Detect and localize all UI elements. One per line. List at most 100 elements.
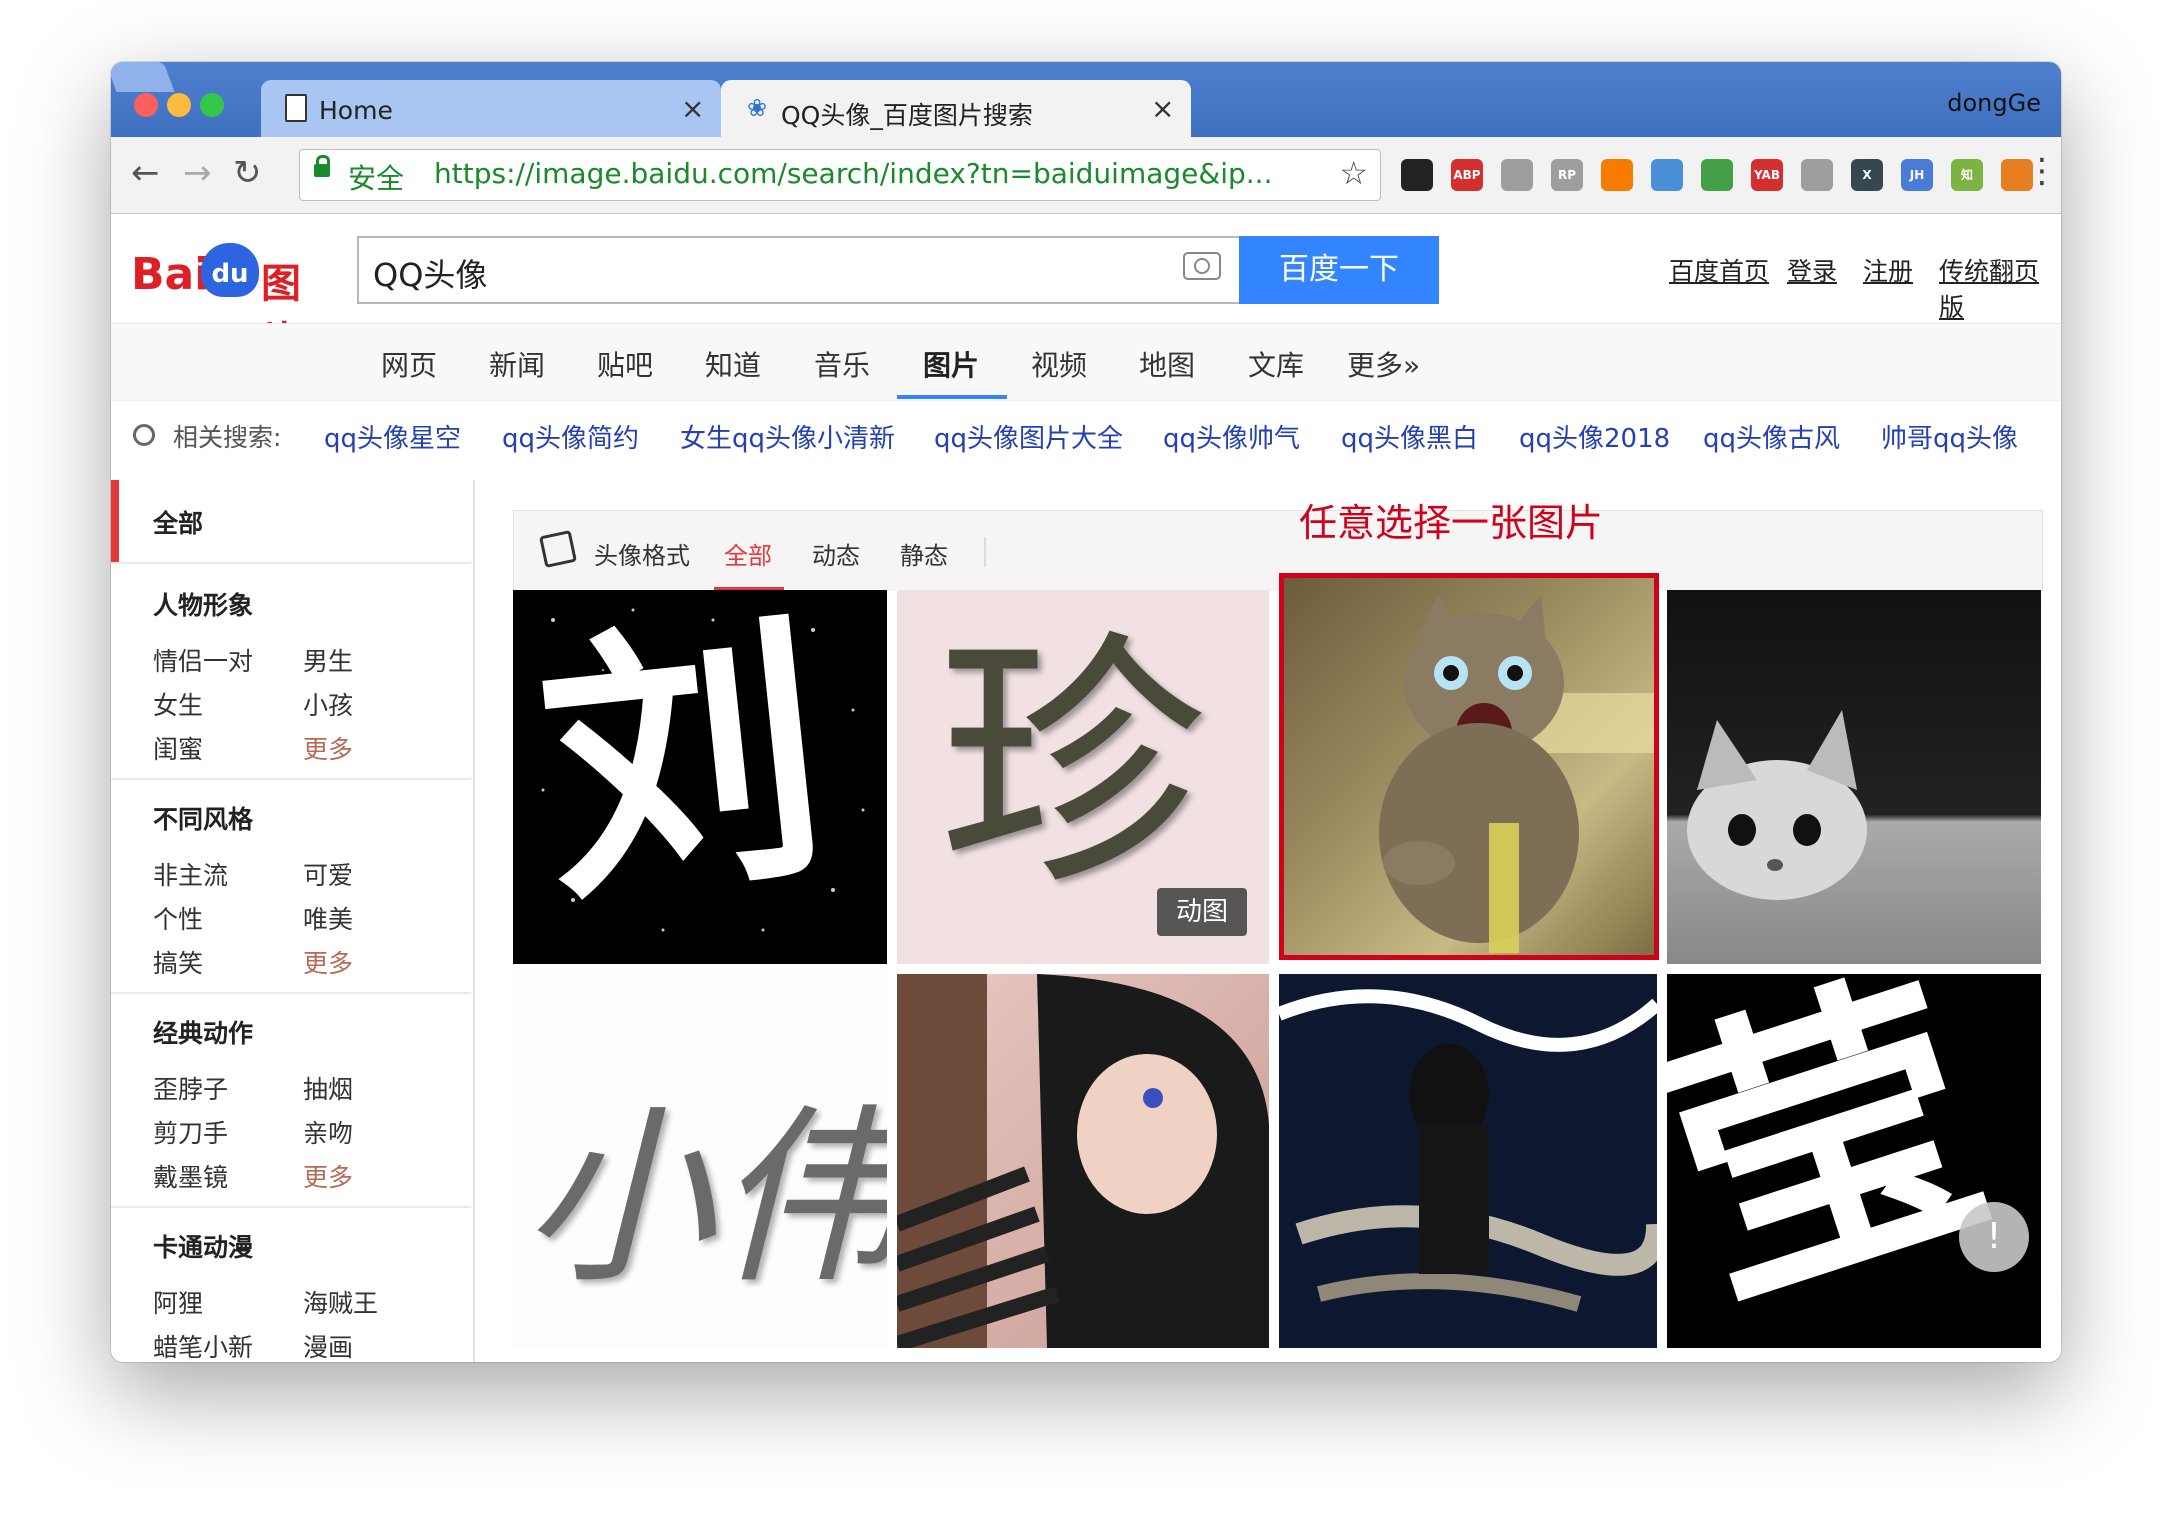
sidebar-item[interactable]: 可爱: [303, 856, 353, 892]
link-login[interactable]: 登录: [1787, 252, 1837, 288]
filter-all[interactable]: 全部: [724, 536, 772, 571]
nav-music[interactable]: 音乐: [814, 344, 870, 384]
gray-globe-extension-icon[interactable]: [1801, 159, 1833, 191]
reload-icon[interactable]: ↻: [233, 153, 262, 193]
sidebar-more-link[interactable]: 更多: [303, 944, 353, 980]
sidebar-item[interactable]: 小孩: [303, 686, 353, 722]
filter-animated[interactable]: 动态: [812, 536, 860, 571]
image-thumb-xiaowei[interactable]: 小伟: [513, 974, 887, 1348]
sidebar-item[interactable]: 男生: [303, 642, 353, 678]
related-link[interactable]: qq头像古风: [1703, 418, 1840, 455]
back-arrow-icon[interactable]: ←: [131, 153, 160, 193]
search-button[interactable]: 百度一下: [1239, 236, 1439, 304]
sidebar-more-link[interactable]: 更多: [303, 1158, 353, 1194]
thumb-glyph: 莹: [1667, 974, 2024, 1348]
image-thumb-girl[interactable]: [897, 974, 1269, 1348]
sidebar-item[interactable]: 剪刀手: [153, 1114, 228, 1150]
orange-ring-extension-icon[interactable]: [1601, 159, 1633, 191]
new-tab-button[interactable]: [111, 62, 175, 92]
sidebar-item[interactable]: 抽烟: [303, 1070, 353, 1106]
image-thumb-calligraphy-man[interactable]: [1279, 974, 1657, 1348]
sidebar-item[interactable]: 阿狸: [153, 1284, 203, 1320]
related-link[interactable]: qq头像简约: [502, 418, 639, 455]
image-thumb-zhen[interactable]: 珍 动图: [897, 590, 1269, 964]
zoom-window-button[interactable]: [200, 93, 224, 117]
link-register[interactable]: 注册: [1863, 252, 1913, 288]
nav-news[interactable]: 新闻: [489, 344, 545, 384]
browser-menu-icon[interactable]: ⋮: [2025, 151, 2059, 191]
url-text[interactable]: https://image.baidu.com/search/index?tn=…: [434, 157, 1272, 190]
close-tab-icon[interactable]: ×: [681, 92, 704, 125]
thumb-glyph: 刘: [526, 590, 840, 941]
search-input[interactable]: QQ头像: [357, 236, 1241, 304]
shield-extension-icon[interactable]: [1701, 159, 1733, 191]
related-link[interactable]: 女生qq头像小清新: [680, 418, 895, 455]
nav-map[interactable]: 地图: [1139, 344, 1195, 384]
sidebar-item[interactable]: 唯美: [303, 900, 353, 936]
sidebar-item[interactable]: 个性: [153, 900, 203, 936]
sidebar-item[interactable]: 非主流: [153, 856, 228, 892]
sidebar-item[interactable]: 歪脖子: [153, 1070, 228, 1106]
tab-home[interactable]: Home ×: [261, 80, 721, 137]
related-link[interactable]: qq头像黑白: [1341, 418, 1478, 455]
link-classic-pager[interactable]: 传统翻页版: [1939, 252, 2061, 324]
related-searches: 相关搜索: qq头像星空 qq头像简约 女生qq头像小清新 qq头像图片大全 q…: [111, 402, 2061, 462]
sidebar-item[interactable]: 蜡笔小新: [153, 1328, 253, 1362]
nav-images[interactable]: 图片: [923, 344, 979, 384]
image-thumb-kitten[interactable]: [1667, 590, 2041, 964]
nav-video[interactable]: 视频: [1031, 344, 1087, 384]
close-window-button[interactable]: [134, 93, 158, 117]
nav-zhidao[interactable]: 知道: [705, 344, 761, 384]
camera-icon[interactable]: [1183, 252, 1221, 280]
nav-tieba[interactable]: 贴吧: [597, 344, 653, 384]
filter-static[interactable]: 静态: [900, 536, 948, 571]
globe-extension-icon[interactable]: [1501, 159, 1533, 191]
translate-extension-icon[interactable]: [1651, 159, 1683, 191]
image-thumb-liu[interactable]: 刘: [513, 590, 887, 964]
sidebar-item[interactable]: 女生: [153, 686, 203, 722]
girl-photo: [897, 974, 1269, 1348]
sidebar-item[interactable]: 漫画: [303, 1328, 353, 1362]
feedback-button[interactable]: !: [1959, 1202, 2029, 1272]
profile-name[interactable]: dongGe: [1947, 89, 2041, 117]
active-indicator: [111, 480, 119, 562]
thumb-glyph: 小伟: [523, 1088, 887, 1309]
nav-wenku[interactable]: 文库: [1248, 344, 1304, 384]
minimize-window-button[interactable]: [167, 93, 191, 117]
nav-more[interactable]: 更多»: [1347, 344, 1420, 384]
rp-extension-icon[interactable]: RP: [1551, 159, 1583, 191]
sidebar-item[interactable]: 海贼王: [303, 1284, 378, 1320]
close-tab-icon[interactable]: ×: [1151, 92, 1174, 125]
adblock-extension-icon[interactable]: ABP: [1451, 159, 1483, 191]
sidebar-more-link[interactable]: 更多: [303, 730, 353, 766]
sidebar-item[interactable]: 闺蜜: [153, 730, 203, 766]
related-link[interactable]: qq头像帅气: [1163, 418, 1300, 455]
forward-arrow-icon[interactable]: →: [183, 153, 212, 193]
related-link[interactable]: qq头像2018: [1519, 418, 1670, 455]
jh-extension-icon[interactable]: JH: [1901, 159, 1933, 191]
sidebar-item[interactable]: 戴墨镜: [153, 1158, 228, 1194]
tab-baidu-images[interactable]: ❀ QQ头像_百度图片搜索 ×: [721, 80, 1191, 137]
sidebar-item-all[interactable]: 全部: [153, 504, 203, 540]
address-bar[interactable]: 安全 https://image.baidu.com/search/index?…: [299, 149, 1381, 201]
zhi-extension-icon[interactable]: 知: [1951, 159, 1983, 191]
divider: [111, 562, 471, 564]
avatar-format-filter: 头像格式 全部 动态 静态: [513, 510, 2043, 591]
related-link[interactable]: 帅哥qq头像: [1881, 418, 2018, 455]
yab-extension-icon[interactable]: YAB: [1751, 159, 1783, 191]
link-baidu-home[interactable]: 百度首页: [1669, 252, 1769, 288]
divider: [111, 778, 471, 780]
x-ext-extension-icon[interactable]: X: [1851, 159, 1883, 191]
sidebar-item[interactable]: 亲吻: [303, 1114, 353, 1150]
nav-web[interactable]: 网页: [381, 344, 437, 384]
kitten-illustration: [1687, 710, 1867, 900]
bookmark-star-icon[interactable]: ☆: [1339, 154, 1368, 192]
divider: [984, 537, 986, 567]
sidebar-item[interactable]: 搞笑: [153, 944, 203, 980]
sidebar-item[interactable]: 情侣一对: [153, 642, 253, 678]
search-query[interactable]: QQ头像: [373, 250, 487, 296]
related-link[interactable]: qq头像图片大全: [934, 418, 1123, 455]
related-link[interactable]: qq头像星空: [324, 418, 461, 455]
qr-code-extension-icon[interactable]: [1401, 159, 1433, 191]
image-thumb-ying[interactable]: 莹: [1667, 974, 2041, 1348]
